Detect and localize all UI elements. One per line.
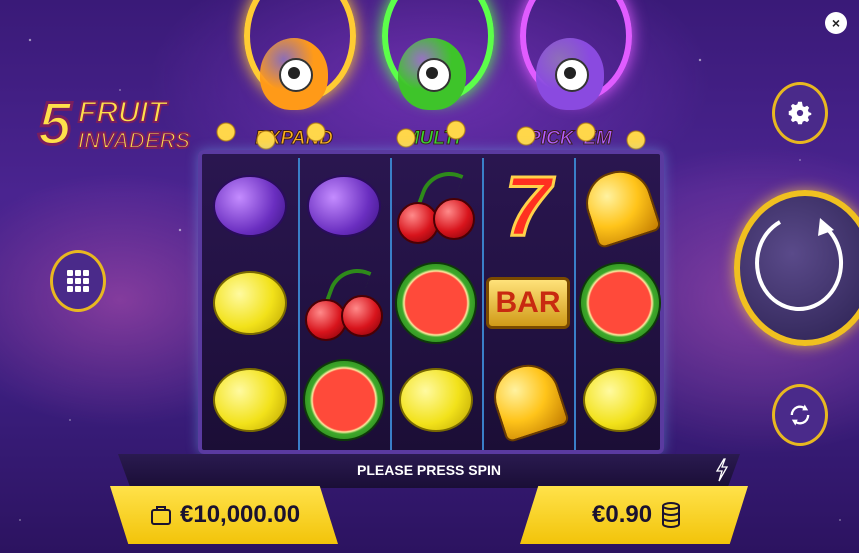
autoplay-icon bbox=[790, 404, 810, 426]
gold-coin-pile bbox=[206, 102, 656, 152]
balance-value: €10,000.00 bbox=[180, 501, 301, 528]
watermelon-symbol bbox=[579, 262, 661, 344]
reel-cell: 7 bbox=[484, 158, 572, 254]
reel-cell bbox=[300, 255, 388, 351]
logo-number: 5 bbox=[36, 90, 72, 157]
bell-symbol bbox=[485, 356, 571, 444]
watermelon-symbol bbox=[303, 359, 385, 441]
spin-button[interactable] bbox=[734, 190, 859, 346]
plum-symbol bbox=[307, 175, 381, 237]
wallet-icon bbox=[151, 506, 171, 525]
alien-pupil bbox=[564, 67, 576, 79]
bet-panel[interactable]: €0.90 bbox=[520, 486, 748, 544]
cherry-symbol bbox=[305, 260, 383, 341]
watermelon-symbol bbox=[395, 262, 477, 344]
reel-cell bbox=[484, 352, 572, 448]
reel-cell bbox=[300, 158, 388, 254]
message-bar: PLEASE PRESS SPIN bbox=[118, 454, 740, 488]
reel-column bbox=[574, 158, 664, 450]
logo-line-2: INVADERS bbox=[77, 127, 191, 154]
gear-icon bbox=[788, 101, 812, 125]
bar-symbol: BAR bbox=[486, 277, 570, 329]
reel-cell bbox=[206, 255, 294, 351]
autoplay-button[interactable] bbox=[772, 384, 828, 446]
lemon-symbol bbox=[213, 368, 287, 432]
reel-grid: 7 BAR bbox=[198, 150, 664, 454]
cherry-symbol bbox=[397, 163, 475, 244]
lemon-symbol bbox=[213, 271, 287, 335]
seven-symbol: 7 bbox=[503, 159, 553, 253]
reel-column bbox=[390, 158, 480, 450]
bell-symbol bbox=[577, 162, 663, 250]
reel-column bbox=[206, 158, 294, 450]
reel-cell bbox=[576, 352, 664, 448]
grid-icon bbox=[67, 270, 89, 292]
reel-cell bbox=[392, 352, 480, 448]
game-logo: 5 FRUIT INVADERS bbox=[36, 90, 191, 162]
coin-stack-icon bbox=[662, 502, 680, 528]
reel-cell bbox=[392, 158, 480, 254]
reel-column bbox=[298, 158, 388, 450]
status-message: PLEASE PRESS SPIN bbox=[357, 462, 501, 478]
settings-button[interactable] bbox=[772, 82, 828, 144]
reel-cell bbox=[206, 158, 294, 254]
lemon-symbol bbox=[399, 368, 473, 432]
plum-symbol bbox=[213, 175, 287, 237]
lightning-icon[interactable] bbox=[714, 458, 730, 482]
close-button[interactable]: × bbox=[825, 12, 847, 34]
reel-cell bbox=[576, 255, 664, 351]
balance-panel: €10,000.00 bbox=[110, 486, 338, 544]
bet-value: €0.90 bbox=[592, 501, 653, 528]
reel-cell bbox=[576, 158, 664, 254]
reel-cell bbox=[300, 352, 388, 448]
alien-pupil bbox=[288, 67, 300, 79]
reel-cell bbox=[392, 255, 480, 351]
lemon-symbol bbox=[583, 368, 657, 432]
reel-cell bbox=[206, 352, 294, 448]
menu-button[interactable] bbox=[50, 250, 106, 312]
reel-cell: BAR bbox=[484, 255, 572, 351]
spin-arrow-icon bbox=[755, 218, 844, 311]
reel-column: 7 BAR bbox=[482, 158, 572, 450]
alien-pupil bbox=[426, 67, 438, 79]
logo-line-1: FRUIT bbox=[77, 95, 167, 130]
